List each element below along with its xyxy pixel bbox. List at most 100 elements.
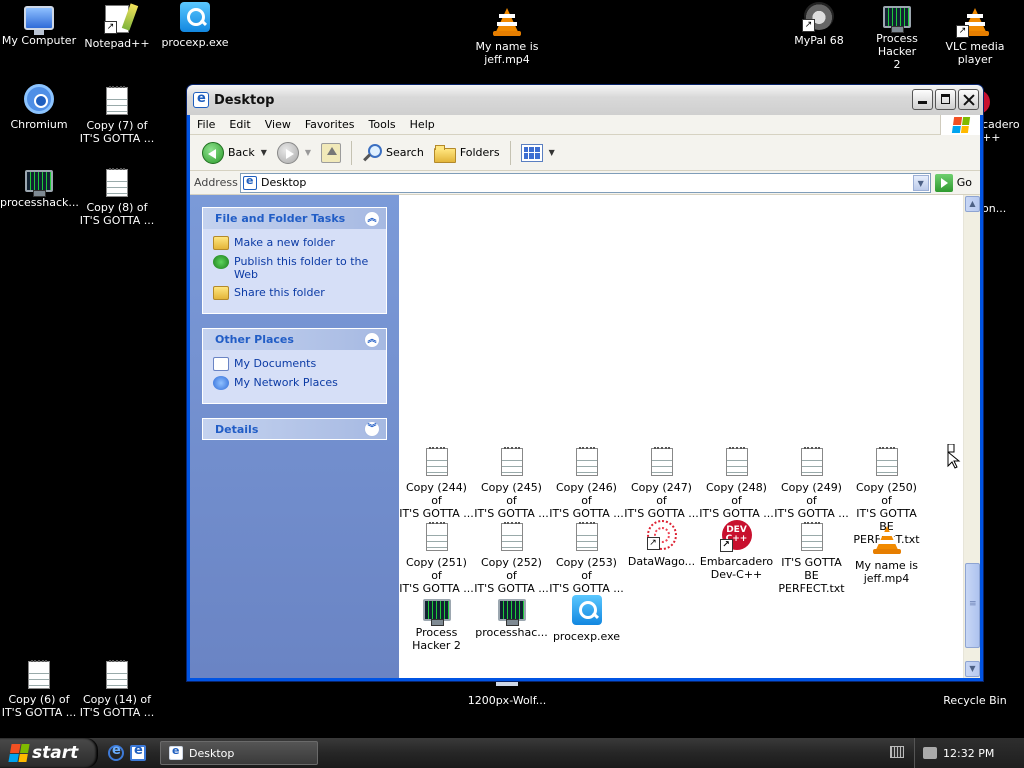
- file-label: processhac...: [475, 626, 548, 639]
- desktop-icon-vlc[interactable]: VLC media player: [936, 2, 1014, 66]
- file-item[interactable]: My name is jeff.mp4: [849, 520, 924, 585]
- place-my-network[interactable]: My Network Places: [213, 376, 376, 390]
- desktop-icon-my-computer[interactable]: My Computer: [0, 2, 78, 47]
- menu-bar: File Edit View Favorites Tools Help: [190, 115, 980, 135]
- address-input[interactable]: Desktop ▼: [240, 172, 931, 193]
- desktop-icon-label: Recycle Bin: [943, 694, 1007, 707]
- datawagon-icon: [646, 520, 677, 550]
- window-titlebar[interactable]: Desktop: [187, 85, 983, 115]
- maximize-button[interactable]: [935, 89, 956, 110]
- desktop-icon-copy8[interactable]: Copy (8) of IT'S GOTTA ...: [78, 166, 156, 227]
- back-button[interactable]: Back ▼: [198, 139, 271, 167]
- scroll-down-button[interactable]: ▼: [965, 661, 980, 677]
- menu-favorites[interactable]: Favorites: [298, 118, 362, 131]
- file-item[interactable]: DEV C++ Embarcadero Dev-C++: [699, 520, 774, 581]
- windows-logo-icon: [940, 115, 980, 135]
- collapse-chevron-icon[interactable]: ︽: [364, 210, 380, 227]
- internet-explorer-icon[interactable]: [108, 743, 124, 761]
- place-my-documents[interactable]: My Documents: [213, 357, 376, 371]
- task-make-new-folder[interactable]: Make a new folder: [213, 236, 376, 250]
- menu-help[interactable]: Help: [403, 118, 442, 131]
- desktop-icon-label: VLC media player: [945, 40, 1005, 66]
- desktop-icon-recycle-bin[interactable]: Recycle Bin: [936, 680, 1014, 707]
- desktop-icon-chromium[interactable]: Chromium: [0, 84, 78, 131]
- desktop-icon-wolf-image[interactable]: 1200px-Wolf...: [458, 680, 556, 707]
- folder-icon: [433, 144, 456, 163]
- scroll-thumb[interactable]: [965, 563, 980, 648]
- file-item[interactable]: Copy (247) of IT'S GOTTA ...: [624, 445, 699, 520]
- menu-edit[interactable]: Edit: [222, 118, 257, 131]
- file-label: Copy (253) of IT'S GOTTA ...: [549, 556, 624, 595]
- task-share-folder[interactable]: Share this folder: [213, 286, 376, 300]
- chevron-down-icon[interactable]: ▼: [305, 148, 311, 157]
- text-document-icon: [106, 168, 128, 197]
- file-item[interactable]: processhac...: [474, 595, 549, 639]
- desktop-icon-label: processhack...: [0, 196, 79, 209]
- close-button[interactable]: [958, 89, 979, 110]
- panel-header[interactable]: File and Folder Tasks ︽: [202, 207, 387, 229]
- share-folder-icon: [213, 286, 229, 300]
- devcpp-icon: DEV C++: [719, 520, 752, 552]
- explorer-window: Desktop File Edit View Favorites Tools H…: [186, 84, 984, 682]
- file-item[interactable]: Copy (251) of IT'S GOTTA ...: [399, 520, 474, 595]
- start-button[interactable]: start: [0, 738, 98, 768]
- forward-button[interactable]: ▼: [273, 139, 315, 167]
- place-label: My Documents: [234, 357, 317, 370]
- menu-file[interactable]: File: [190, 118, 222, 131]
- file-item[interactable]: Copy (249) of IT'S GOTTA ...: [774, 445, 849, 520]
- text-document-icon: [800, 447, 823, 476]
- network-tray-icon[interactable]: [923, 747, 937, 759]
- explorer-icon: [169, 744, 183, 760]
- go-arrow-icon: [934, 173, 953, 192]
- desktop-icon-copy6[interactable]: Copy (6) of IT'S GOTTA ...: [0, 658, 78, 719]
- minimize-button[interactable]: [912, 89, 933, 110]
- menu-view[interactable]: View: [258, 118, 298, 131]
- panel-header[interactable]: Details ︾: [202, 418, 387, 440]
- expand-chevron-icon[interactable]: ︾: [364, 421, 380, 437]
- show-desktop-icon[interactable]: [130, 743, 146, 761]
- file-item[interactable]: IT'S GOTTA BE PERFECT.txt: [774, 520, 849, 595]
- address-dropdown-button[interactable]: ▼: [912, 174, 929, 191]
- desktop-icon-copy7[interactable]: Copy (7) of IT'S GOTTA ...: [78, 84, 156, 145]
- vlc-cone-icon: [490, 2, 524, 36]
- file-item[interactable]: Copy (244) of IT'S GOTTA ...: [399, 445, 474, 520]
- file-item[interactable]: Process Hacker 2: [399, 595, 474, 652]
- views-button[interactable]: ▼: [517, 139, 559, 167]
- folders-button[interactable]: Folders: [430, 139, 504, 167]
- go-button[interactable]: Go: [934, 173, 980, 192]
- desktop-icon-procexp[interactable]: procexp.exe: [156, 2, 234, 49]
- file-item[interactable]: Copy (253) of IT'S GOTTA ...: [549, 520, 624, 595]
- panel-header[interactable]: Other Places ︽: [202, 328, 387, 350]
- file-label: Copy (249) of IT'S GOTTA ...: [774, 481, 849, 520]
- file-item[interactable]: Copy (246) of IT'S GOTTA ...: [549, 445, 624, 520]
- file-label: Copy (252) of IT'S GOTTA ...: [474, 556, 549, 595]
- go-label: Go: [956, 176, 972, 189]
- window-title: Desktop: [214, 92, 275, 108]
- desktop-icon-copy14[interactable]: Copy (14) of IT'S GOTTA ...: [78, 658, 156, 719]
- text-document-icon: [500, 447, 523, 476]
- file-item[interactable]: Copy (252) of IT'S GOTTA ...: [474, 520, 549, 595]
- back-arrow-icon: [202, 141, 224, 164]
- desktop-icon-jeff-mp4[interactable]: My name is jeff.mp4: [468, 2, 546, 66]
- taskbar-button-desktop[interactable]: Desktop: [160, 741, 318, 765]
- desktop-icon-processhacker-exe[interactable]: processhack...: [0, 166, 79, 209]
- keyboard-icon[interactable]: [890, 746, 904, 758]
- up-button[interactable]: [317, 139, 345, 167]
- collapse-chevron-icon[interactable]: ︽: [364, 331, 380, 348]
- task-publish-web[interactable]: Publish this folder to the Web: [213, 255, 376, 281]
- clock[interactable]: 12:32 PM: [943, 747, 994, 760]
- desktop-icon-mypal[interactable]: MyPal 68: [780, 2, 858, 47]
- file-item[interactable]: procexp.exe: [549, 595, 624, 643]
- scroll-up-button[interactable]: ▲: [965, 196, 980, 212]
- menu-tools[interactable]: Tools: [362, 118, 403, 131]
- search-button[interactable]: Search: [358, 139, 428, 167]
- file-item[interactable]: DataWago...: [624, 520, 699, 568]
- task-label: Publish this folder to the Web: [234, 255, 369, 281]
- chevron-down-icon[interactable]: ▼: [261, 148, 267, 157]
- file-item[interactable]: Copy (245) of IT'S GOTTA ...: [474, 445, 549, 520]
- vertical-scrollbar[interactable]: ▲ ▼: [963, 195, 980, 678]
- desktop-icon-notepadpp[interactable]: Notepad++: [78, 2, 156, 50]
- desktop-icon-process-hacker[interactable]: Process Hacker 2: [858, 2, 936, 71]
- file-list-pane[interactable]: Copy (244) of IT'S GOTTA ... Copy (245) …: [399, 195, 980, 678]
- file-item[interactable]: Copy (248) of IT'S GOTTA ...: [699, 445, 774, 520]
